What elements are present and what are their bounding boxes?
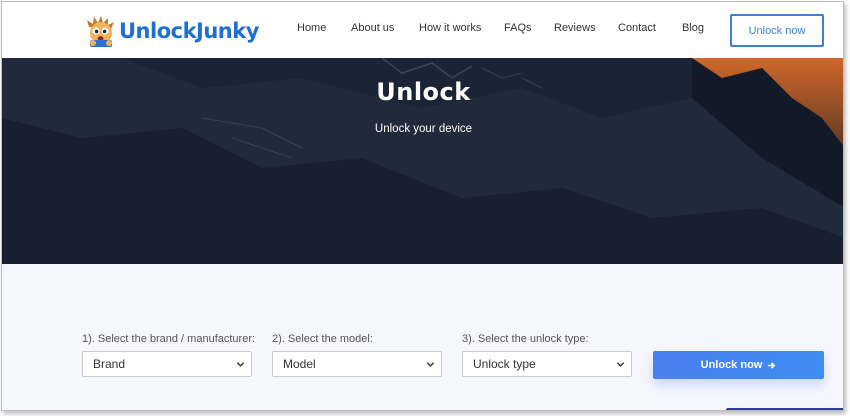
chevron-down-icon [236,362,245,367]
model-select[interactable]: Model [272,351,442,377]
nav-home[interactable]: Home [297,22,326,34]
brand-select-value: Brand [93,357,126,371]
nav-how-it-works[interactable]: How it works [419,22,481,34]
nav-faqs[interactable]: FAQs [504,22,532,34]
header-unlock-button[interactable]: Unlock now [730,14,824,47]
brand-select[interactable]: Brand [82,351,252,377]
arrow-right-icon [768,361,776,369]
nav-blog[interactable]: Blog [682,22,704,34]
unlock-type-label: 3). Select the unlock type: [462,333,589,345]
chevron-down-icon [616,362,625,367]
site-header: UnlockJunky Home About us How it works F… [2,2,843,58]
main-nav: Home About us How it works FAQs Reviews … [2,22,843,40]
page-subtitle: Unlock your device [374,123,473,135]
unlock-now-button[interactable]: Unlock now [653,351,824,379]
unlock-type-select-value: Unlock type [473,357,536,371]
chevron-down-icon [426,362,435,367]
unlock-type-select[interactable]: Unlock type [462,351,632,377]
browser-window: UnlockJunky Home About us How it works F… [1,1,844,411]
bottom-accent-bar [726,408,843,410]
nav-about-us[interactable]: About us [351,22,394,34]
page-title: Unlock [376,78,471,106]
unlock-form: 1). Select the brand / manufacturer: Bra… [2,264,843,410]
hero-banner: Unlock Unlock your device [2,58,843,264]
nav-reviews[interactable]: Reviews [554,22,596,34]
unlock-now-label: Unlock now [700,359,763,371]
brand-label: 1). Select the brand / manufacturer: [82,333,256,345]
model-select-value: Model [283,357,316,371]
model-label: 2). Select the model: [272,333,373,345]
nav-contact[interactable]: Contact [618,22,656,34]
